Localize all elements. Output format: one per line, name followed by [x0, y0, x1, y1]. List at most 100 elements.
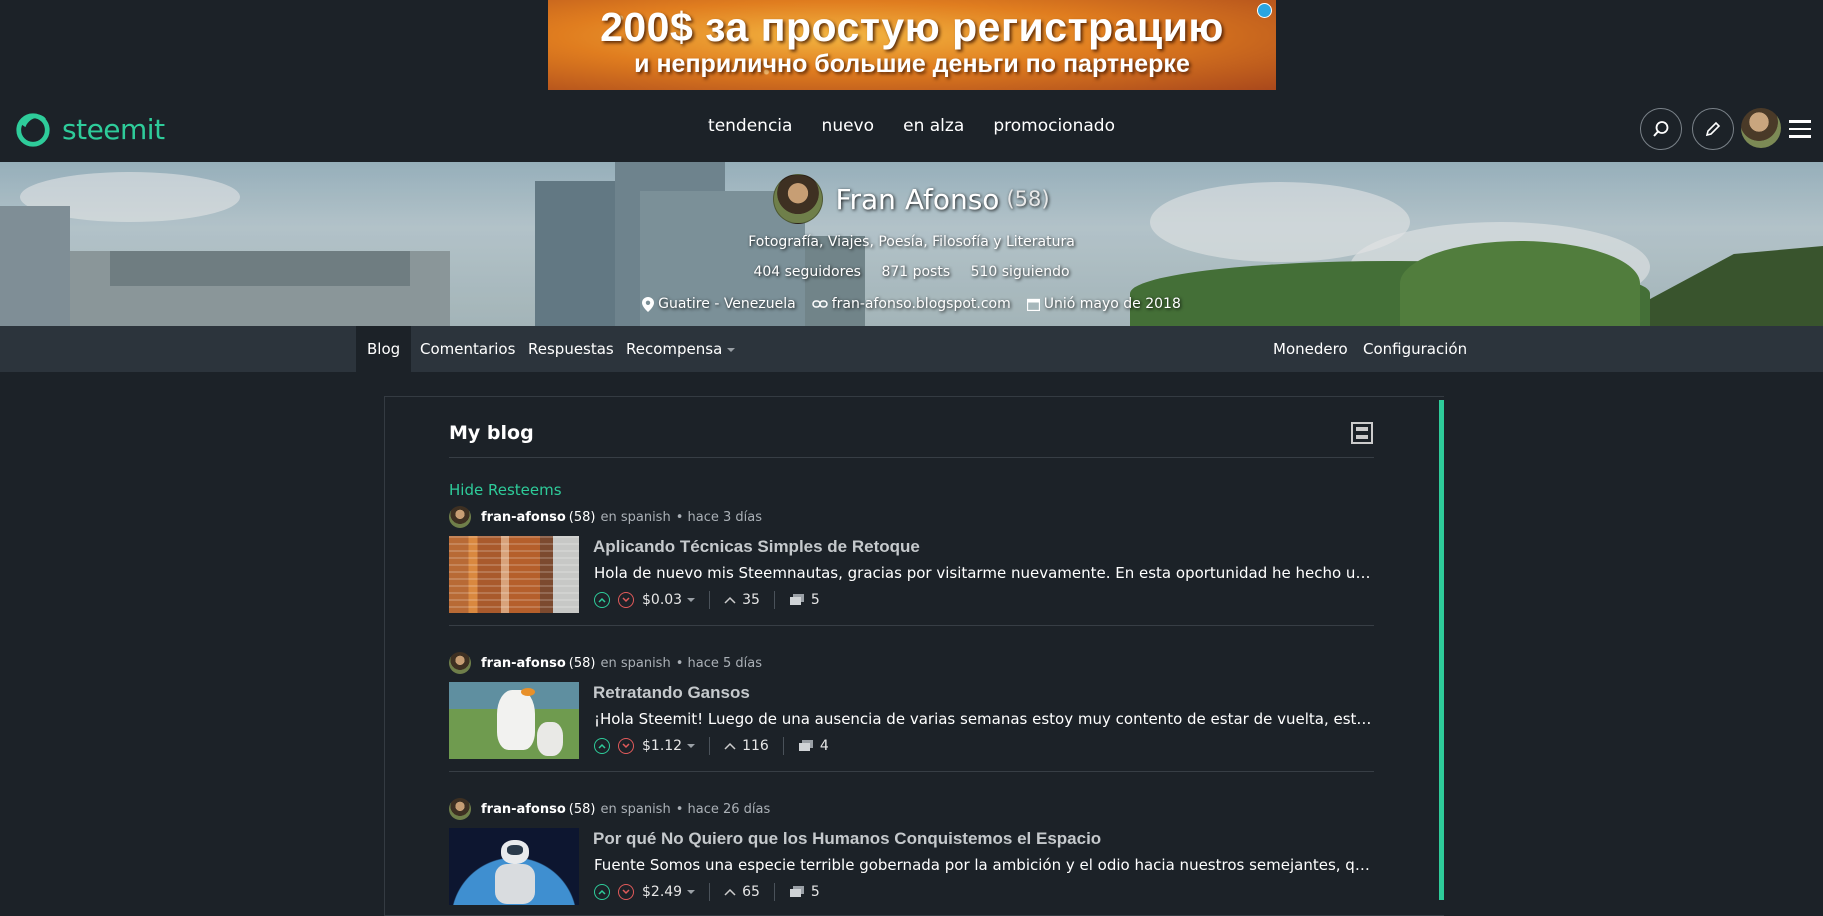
post-description[interactable]: ¡Hola Steemit! Luego de una ausencia de …: [594, 710, 1374, 728]
post-author[interactable]: fran-afonso: [481, 802, 566, 817]
post-thumbnail[interactable]: [449, 682, 579, 759]
post-byline: fran-afonso (58) en spanish • hace 26 dí…: [449, 798, 1374, 820]
comments-icon: [798, 740, 813, 751]
following-count[interactable]: 510 siguiendo: [971, 264, 1070, 280]
profile-name: Fran Afonso: [835, 182, 1000, 216]
post-time[interactable]: • hace 5 días: [676, 656, 762, 671]
profile-header: Fran Afonso (58) Fotografía, Viajes, Poe…: [0, 174, 1823, 312]
layout-toggle-icon[interactable]: [1351, 422, 1373, 444]
voters-chevron-icon: [724, 888, 736, 896]
post-divider: [449, 625, 1374, 626]
nav-promoted[interactable]: promocionado: [993, 116, 1115, 136]
chevron-down-icon: [727, 347, 736, 352]
ad-banner[interactable]: 200$ за простую регистрацию и неприлично…: [548, 0, 1276, 90]
upvote-button[interactable]: [594, 592, 610, 608]
downvote-button[interactable]: [618, 738, 634, 754]
profile-stats: 404 seguidores 871 posts 510 siguiendo: [0, 264, 1823, 280]
post-votes[interactable]: 65: [742, 884, 760, 900]
payout-dropdown-icon[interactable]: [687, 890, 696, 894]
downvote-button[interactable]: [618, 884, 634, 900]
post-comments[interactable]: 5: [811, 592, 820, 608]
post-payout[interactable]: $1.12: [642, 738, 682, 754]
post-author[interactable]: fran-afonso: [481, 510, 566, 525]
footer-divider: [782, 737, 784, 755]
upvote-button[interactable]: [594, 738, 610, 754]
location-text: Guatire - Venezuela: [658, 296, 796, 312]
upvote-button[interactable]: [594, 884, 610, 900]
post-body: Retratando Gansos ¡Hola Steemit! Luego d…: [449, 682, 1374, 762]
post-title[interactable]: Aplicando Técnicas Simples de Retoque: [593, 537, 920, 557]
post-time[interactable]: • hace 26 días: [676, 802, 771, 817]
profile-meta: Guatire - Venezuela fran-afonso.blogspot…: [0, 296, 1823, 312]
post-category[interactable]: en spanish: [600, 510, 670, 525]
tab-replies[interactable]: Respuestas: [517, 326, 625, 372]
comments-icon: [789, 886, 804, 897]
post-description[interactable]: Fuente Somos una especie terrible gobern…: [594, 856, 1374, 874]
search-button[interactable]: [1640, 108, 1682, 150]
post-votes[interactable]: 116: [742, 738, 769, 754]
post-byline: fran-afonso (58) en spanish • hace 5 día…: [449, 652, 1374, 674]
tab-settings[interactable]: Configuración: [1352, 326, 1478, 372]
steemit-logo[interactable]: steemit: [14, 110, 165, 148]
post-category[interactable]: en spanish: [600, 656, 670, 671]
calendar-icon: [1026, 298, 1040, 311]
hide-resteems-link[interactable]: Hide Resteems: [449, 481, 562, 499]
nav-new[interactable]: nuevo: [822, 116, 874, 136]
post-votes[interactable]: 35: [742, 592, 760, 608]
top-header: steemit tendencia nuevo en alza promocio…: [0, 90, 1823, 162]
post-title[interactable]: Retratando Gansos: [593, 683, 750, 703]
author-avatar[interactable]: [449, 652, 471, 674]
chevron-up-icon: [598, 889, 606, 895]
ad-info-icon[interactable]: [1257, 3, 1272, 18]
post-thumbnail[interactable]: [449, 828, 579, 905]
nav-hot[interactable]: en alza: [903, 116, 964, 136]
link-icon: [811, 300, 828, 308]
post-category[interactable]: en spanish: [600, 802, 670, 817]
post-item: fran-afonso (58) en spanish • hace 5 día…: [449, 652, 1374, 772]
nav-trending[interactable]: tendencia: [708, 116, 792, 136]
payout-dropdown-icon[interactable]: [687, 744, 696, 748]
post-thumbnail[interactable]: [449, 536, 579, 613]
joined-text: Unió mayo de 2018: [1043, 296, 1181, 312]
post-payout[interactable]: $0.03: [642, 592, 682, 608]
comments-icon: [789, 594, 804, 605]
pencil-icon: [1705, 121, 1721, 137]
ad-headline: 200$ за простую регистрацию: [600, 4, 1224, 50]
post-body: Por qué No Quiero que los Humanos Conqui…: [449, 828, 1374, 908]
profile-avatar[interactable]: [773, 174, 824, 224]
profile-website[interactable]: fran-afonso.blogspot.com: [811, 296, 1011, 312]
post-body: Aplicando Técnicas Simples de Retoque Ho…: [449, 536, 1374, 616]
tab-rewards[interactable]: Recompensa: [615, 326, 746, 372]
tab-blog[interactable]: Blog: [356, 326, 412, 372]
post-byline: fran-afonso (58) en spanish • hace 3 día…: [449, 506, 1374, 528]
author-avatar[interactable]: [449, 506, 471, 528]
post-description[interactable]: Hola de nuevo mis Steemnautas, gracias p…: [594, 564, 1374, 582]
post-author-rep: (58): [568, 509, 596, 525]
footer-divider: [773, 883, 775, 901]
chevron-up-icon: [598, 743, 606, 749]
tab-comments[interactable]: Comentarios: [409, 326, 526, 372]
footer-divider: [709, 883, 711, 901]
hamburger-menu-icon[interactable]: [1789, 120, 1811, 138]
post-payout[interactable]: $2.49: [642, 884, 682, 900]
chevron-down-icon: [622, 889, 630, 895]
profile-reputation: (58): [1006, 187, 1050, 211]
posts-count: 871 posts: [881, 264, 951, 280]
website-link[interactable]: fran-afonso.blogspot.com: [832, 296, 1011, 312]
author-avatar[interactable]: [449, 798, 471, 820]
payout-dropdown-icon[interactable]: [687, 598, 696, 602]
chevron-down-icon: [622, 597, 630, 603]
followers-count[interactable]: 404 seguidores: [753, 264, 861, 280]
post-comments[interactable]: 5: [811, 884, 820, 900]
post-time[interactable]: • hace 3 días: [676, 510, 762, 525]
post-title[interactable]: Por qué No Quiero que los Humanos Conqui…: [593, 829, 1101, 849]
post-footer: $0.03 35 5: [594, 590, 820, 610]
post-author[interactable]: fran-afonso: [481, 656, 566, 671]
downvote-button[interactable]: [618, 592, 634, 608]
post-comments[interactable]: 4: [820, 738, 829, 754]
write-post-button[interactable]: [1692, 108, 1734, 150]
user-avatar[interactable]: [1741, 108, 1781, 148]
blog-header-divider: [449, 457, 1374, 458]
tab-wallet[interactable]: Monedero: [1262, 326, 1359, 372]
footer-divider: [709, 591, 711, 609]
